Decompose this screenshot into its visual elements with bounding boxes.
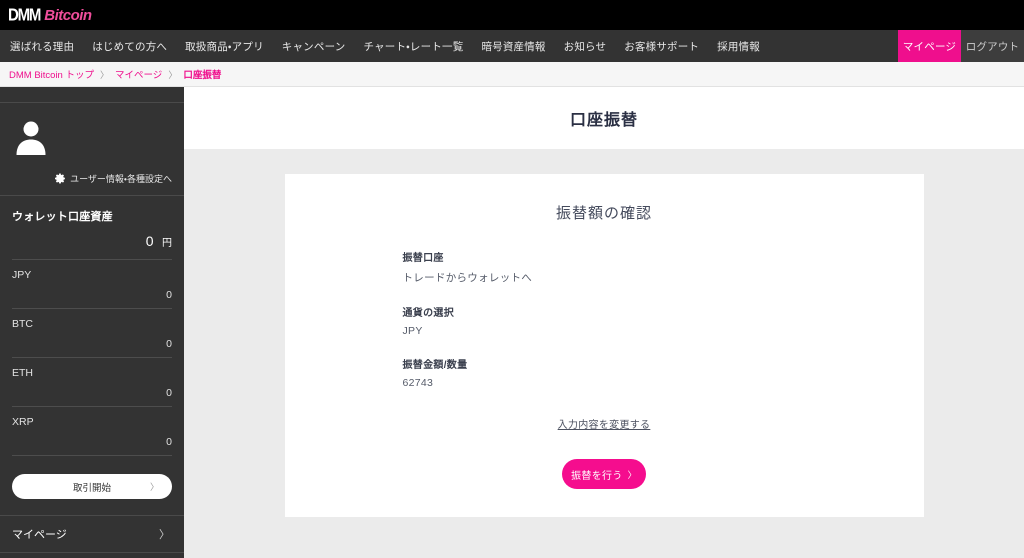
page-title: 口座振替	[569, 112, 638, 129]
nav-item-news[interactable]: お知らせ	[564, 39, 607, 54]
breadcrumb-item-top[interactable]: DMM Bitcoin トップ	[9, 67, 94, 81]
asset-name: ETH	[12, 367, 33, 379]
nav-mypage-button[interactable]: マイページ	[898, 30, 961, 62]
asset-value: 0	[166, 289, 172, 301]
chevron-right-icon: 〉	[149, 482, 159, 492]
main-content: 口座振替 振替額の確認 振替口座 トレードからウォレットへ 通貨の選択 JPY …	[184, 87, 1024, 558]
assets-total-row: 0 円	[12, 233, 172, 260]
nav-logout-button[interactable]: ログアウト	[961, 30, 1024, 62]
nav-links: 選ばれる理由 はじめての方へ 取扱商品・アプリ キャンペーン チャート・レート一…	[0, 30, 898, 62]
content-zone: 振替額の確認 振替口座 トレードからウォレットへ 通貨の選択 JPY 振替金額/…	[184, 149, 1024, 558]
logo-dmm-text: DMM	[8, 5, 41, 25]
asset-name: JPY	[12, 269, 32, 281]
page-body: ユーザー情報・各種設定へ ウォレット口座資産 0 円 JPY 0 BTC 0 E…	[0, 87, 1024, 558]
assets-total-unit: 円	[162, 238, 172, 249]
user-settings-label: ユーザー情報・各種設定へ	[70, 174, 172, 184]
logo-bitcoin-text: Bitcoin	[44, 6, 92, 24]
assets-title: ウォレット口座資産	[12, 211, 113, 223]
page-title-zone: 口座振替	[184, 87, 1024, 149]
asset-name: BTC	[12, 318, 33, 330]
sidebar-profile-block: ユーザー情報・各種設定へ	[0, 103, 184, 196]
asset-row-xrp: XRP 0	[12, 407, 172, 456]
breadcrumb-separator: 〉	[99, 69, 109, 80]
breadcrumb: DMM Bitcoin トップ 〉 マイページ 〉 口座振替	[0, 62, 1024, 87]
asset-value: 0	[166, 436, 172, 448]
nav-account-actions: マイページ ログアウト	[898, 30, 1024, 62]
sidebar-top-spacer	[0, 87, 184, 103]
field-label: 振替口座	[402, 253, 444, 264]
submit-wrap: 振替を行う 〉	[285, 459, 924, 489]
field-label: 振替金額/数量	[402, 360, 468, 371]
asset-value: 0	[166, 338, 172, 350]
asset-name: XRP	[12, 416, 34, 428]
field-transfer-account: 振替口座 トレードからウォレットへ	[403, 249, 924, 285]
sidebar-item-label: マイページ	[12, 529, 67, 541]
nav-item-products[interactable]: 取扱商品・アプリ	[185, 39, 264, 54]
card-title: 振替額の確認	[555, 205, 652, 222]
sidebar: ユーザー情報・各種設定へ ウォレット口座資産 0 円 JPY 0 BTC 0 E…	[0, 87, 184, 558]
nav-item-campaign[interactable]: キャンペーン	[282, 39, 346, 54]
edit-input-link[interactable]: 入力内容を変更する	[558, 420, 651, 431]
transfer-confirmation-card: 振替額の確認 振替口座 トレードからウォレットへ 通貨の選択 JPY 振替金額/…	[284, 174, 924, 517]
global-navigation: 選ばれる理由 はじめての方へ 取扱商品・アプリ キャンペーン チャート・レート一…	[0, 30, 1024, 62]
breadcrumb-item-mypage[interactable]: マイページ	[115, 67, 162, 81]
field-value: トレードからウォレットへ	[402, 272, 533, 284]
nav-item-reasons[interactable]: 選ばれる理由	[10, 39, 74, 54]
sidebar-item-mypage[interactable]: マイページ 〉	[0, 515, 184, 553]
execute-transfer-button[interactable]: 振替を行う 〉	[562, 459, 646, 489]
gear-icon	[55, 173, 66, 184]
top-logo-bar: DMM Bitcoin	[0, 0, 1024, 30]
field-value: JPY	[402, 325, 423, 337]
asset-row-jpy: JPY 0	[12, 260, 172, 309]
start-trading-label: 取引開始	[72, 482, 111, 494]
nav-item-careers[interactable]: 採用情報	[717, 39, 760, 54]
chevron-right-icon: 〉	[627, 469, 637, 480]
field-label: 通貨の選択	[402, 308, 454, 319]
sidebar-assets-block: ウォレット口座資産 0 円 JPY 0 BTC 0 ETH 0 XRP 0	[0, 196, 184, 456]
breadcrumb-item-current: 口座振替	[183, 70, 222, 81]
asset-row-btc: BTC 0	[12, 309, 172, 358]
field-value: 62743	[402, 377, 434, 389]
asset-row-eth: ETH 0	[12, 358, 172, 407]
trade-button-wrap: 取引開始 〉	[0, 456, 184, 515]
user-avatar-icon	[16, 121, 46, 155]
assets-total-amount: 0	[145, 233, 154, 249]
field-currency-selection: 通貨の選択 JPY	[403, 304, 924, 337]
change-link-wrap: 入力内容を変更する	[285, 415, 924, 433]
start-trading-button[interactable]: 取引開始 〉	[12, 474, 172, 499]
confirmation-field-list: 振替口座 トレードからウォレットへ 通貨の選択 JPY 振替金額/数量 6274…	[285, 249, 924, 389]
nav-item-crypto-info[interactable]: 暗号資産情報	[481, 39, 545, 54]
field-transfer-amount: 振替金額/数量 62743	[403, 356, 924, 389]
nav-item-beginners[interactable]: はじめての方へ	[92, 39, 167, 54]
execute-transfer-label: 振替を行う	[571, 470, 623, 482]
site-logo[interactable]: DMM Bitcoin	[8, 5, 92, 25]
breadcrumb-separator: 〉	[168, 69, 178, 80]
nav-item-charts[interactable]: チャート・レート一覧	[363, 39, 463, 54]
nav-item-support[interactable]: お客様サポート	[624, 39, 699, 54]
asset-value: 0	[166, 387, 172, 399]
user-settings-link[interactable]: ユーザー情報・各種設定へ	[12, 172, 172, 185]
chevron-right-icon: 〉	[159, 529, 170, 541]
